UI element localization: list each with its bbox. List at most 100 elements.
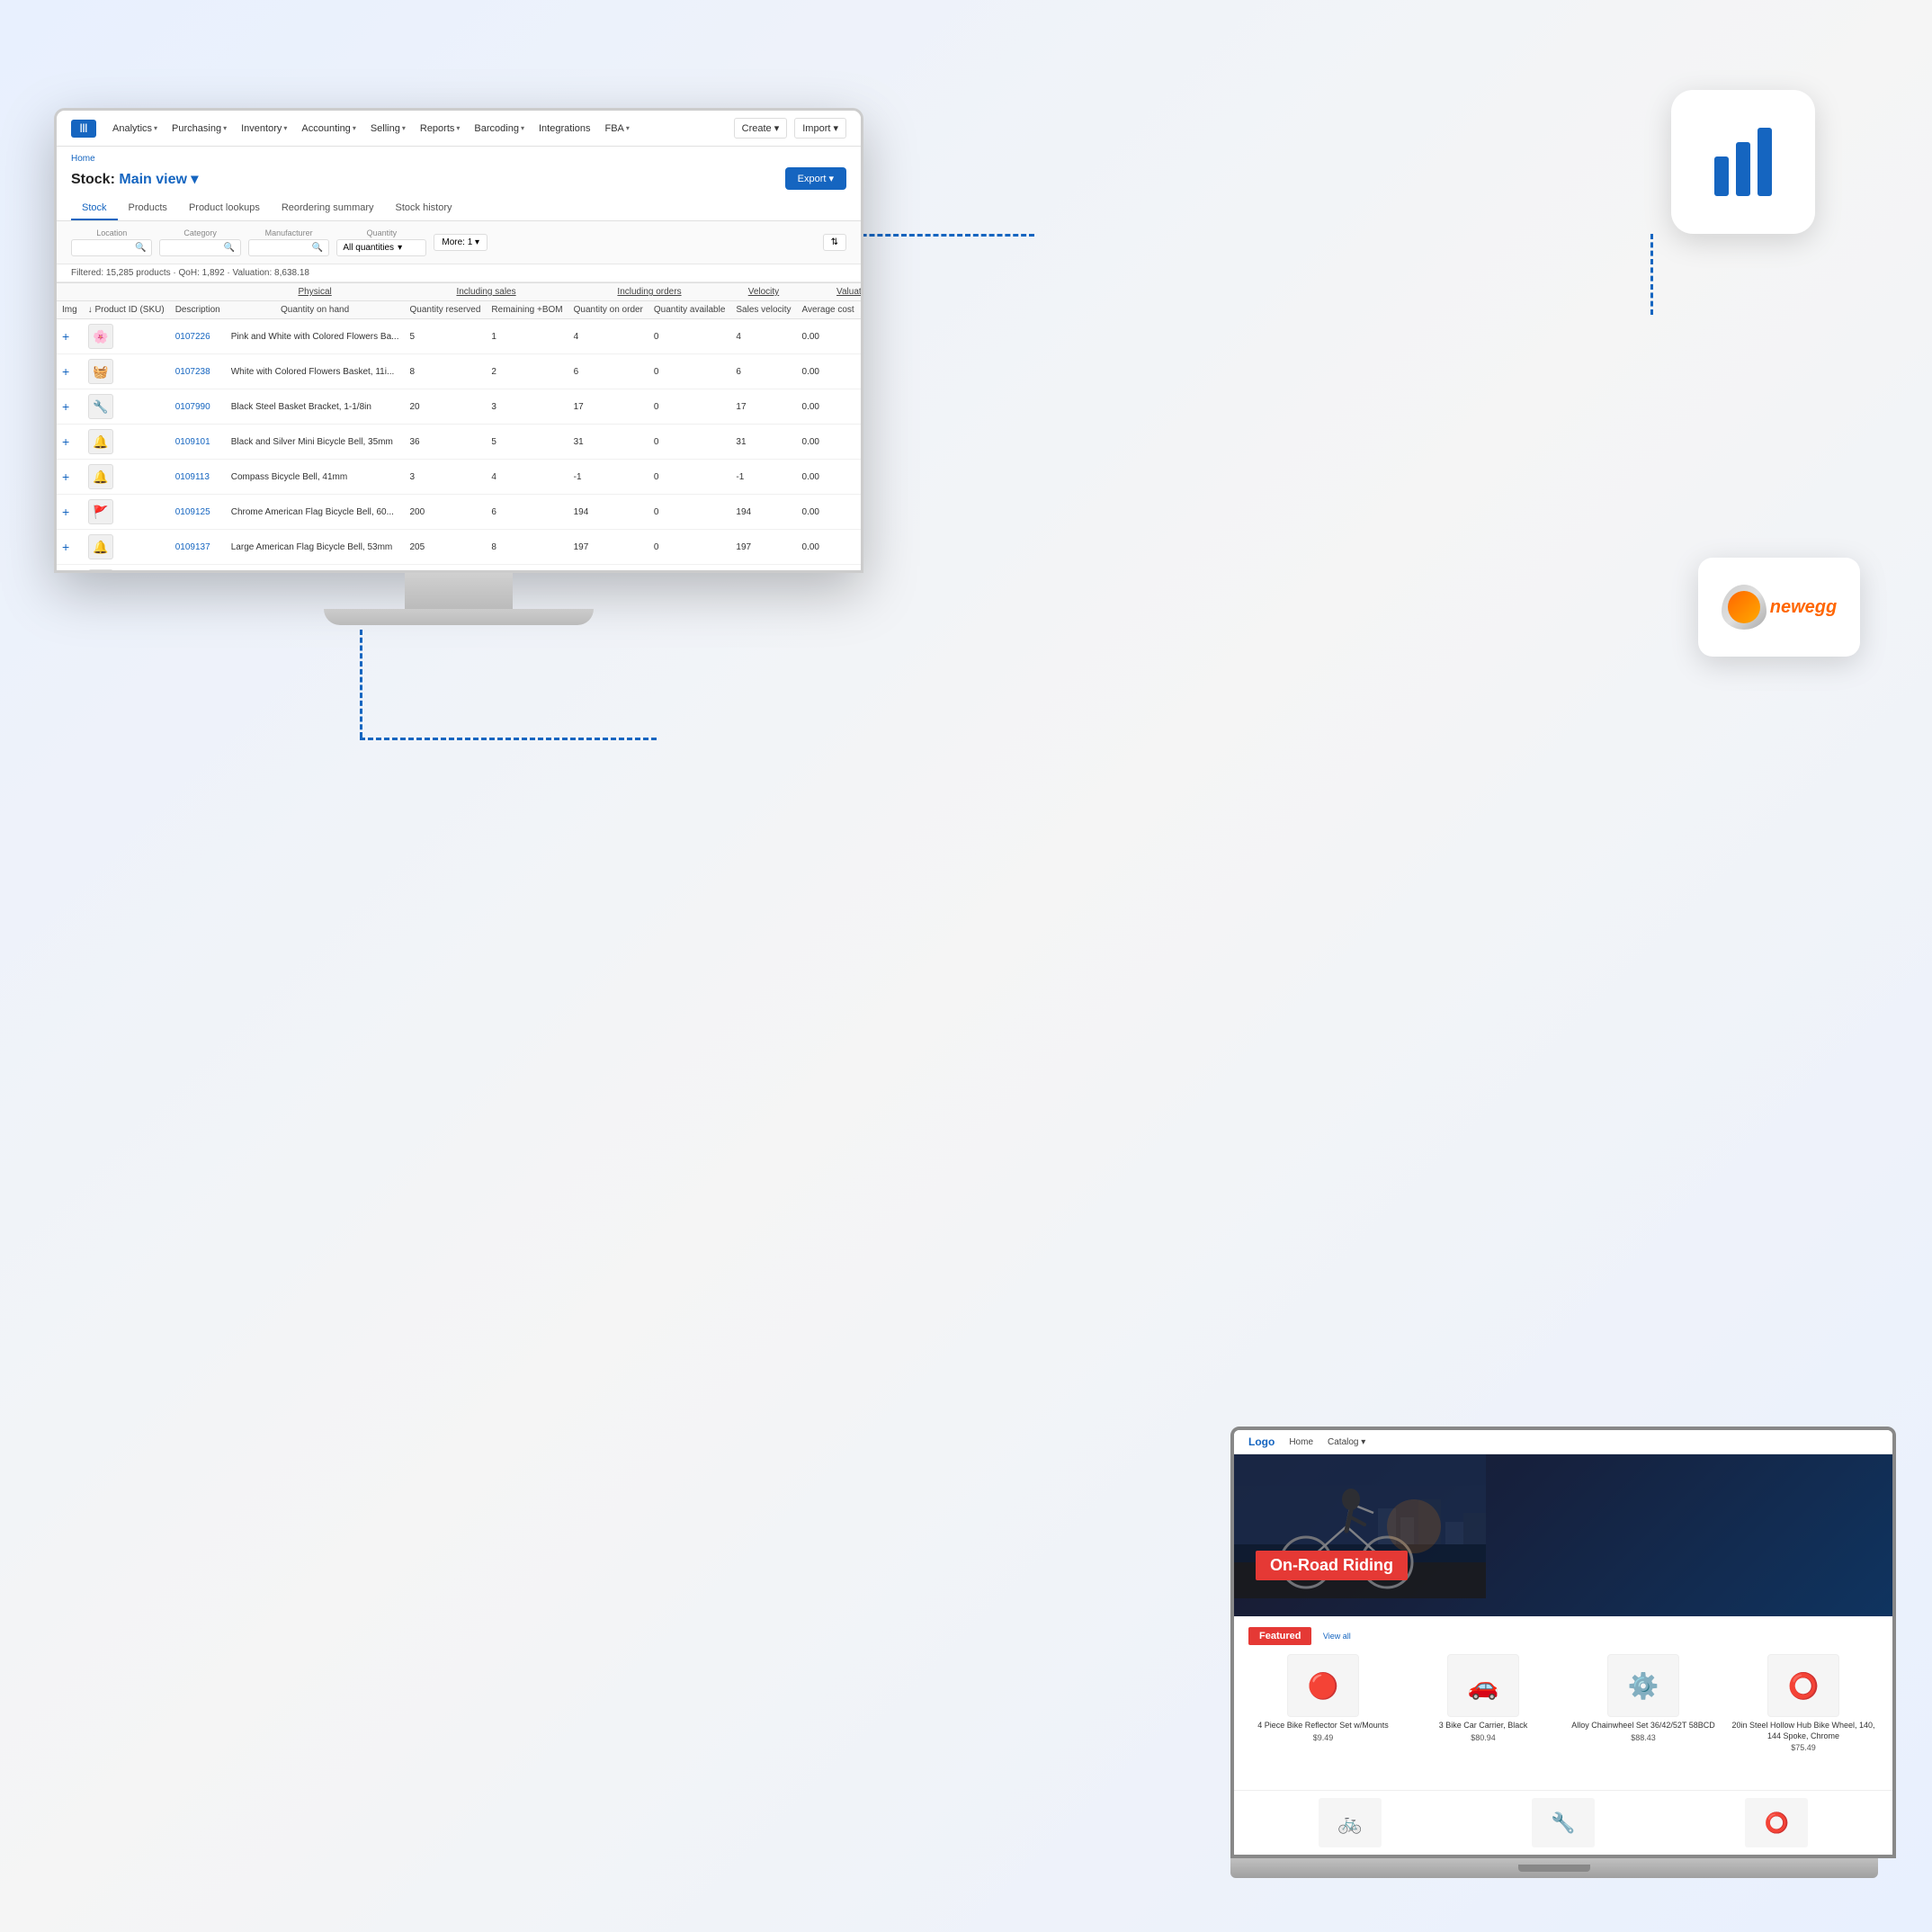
row-sku[interactable]: 0107226 [170, 319, 226, 354]
row-ac: ... [860, 565, 861, 571]
category-search-input[interactable] [165, 243, 219, 253]
location-input[interactable]: 🔍 [71, 239, 152, 256]
nav-fba[interactable]: FBA ▾ [599, 120, 634, 138]
th-physical-group: Physical [226, 283, 405, 301]
desktop-monitor: ||| Analytics ▾ Purchasing ▾ Inventory ▾… [54, 108, 917, 625]
row-add-btn[interactable]: + [57, 389, 83, 425]
ecom-nav-home[interactable]: Home [1289, 1437, 1313, 1447]
nav-reports[interactable]: Reports ▾ [415, 120, 466, 138]
product-price-2: $80.94 [1471, 1733, 1496, 1742]
view-all-link[interactable]: View all [1323, 1632, 1351, 1641]
nav-analytics[interactable]: Analytics ▾ [107, 120, 163, 138]
row-qr: 6 [486, 495, 568, 530]
more-filter-button[interactable]: More: 1 ▾ [434, 234, 487, 251]
nav-accounting-chevron: ▾ [353, 124, 356, 132]
product-thumbnail: 🔧 [88, 394, 113, 419]
th-valuation-group: Valuation [797, 283, 861, 301]
row-qo: 0 [648, 530, 731, 565]
nav-purchasing-label: Purchasing [172, 123, 221, 134]
tab-product-lookups[interactable]: Product lookups [178, 197, 271, 220]
breadcrumb[interactable]: Home [71, 154, 846, 164]
location-search-input[interactable] [77, 243, 131, 253]
sub-header: Home Stock: Main view ▾ Export ▾ Stock P… [57, 147, 861, 221]
row-qa: 6 [730, 354, 796, 389]
row-img: 🧺 [83, 354, 170, 389]
th-sku[interactable]: ↓ Product ID (SKU) [83, 301, 170, 319]
product-name-3: Alloy Chainwheel Set 36/42/52T 58BCD [1571, 1721, 1714, 1731]
row-sku[interactable]: 0109125 [170, 495, 226, 530]
export-button[interactable]: Export ▾ [785, 167, 846, 190]
sort-button[interactable]: ⇅ [823, 234, 846, 251]
row-qr: 1 [486, 319, 568, 354]
row-qr: 4 [486, 460, 568, 495]
nav-integrations[interactable]: Integrations [533, 120, 595, 138]
row-img: 🌸 [83, 565, 170, 571]
ecom-bottom-row: 🚲 🔧 ⭕ [1234, 1790, 1892, 1855]
manufacturer-search-input[interactable] [255, 243, 309, 253]
monitor-stand [54, 573, 863, 625]
row-rem: 31 [568, 425, 648, 460]
row-add-btn[interactable]: + [57, 425, 83, 460]
nav-inventory[interactable]: Inventory ▾ [236, 120, 292, 138]
row-sku[interactable]: 0109137 [170, 530, 226, 565]
product-thumbnail: 🚩 [88, 499, 113, 524]
row-add-btn[interactable]: + [57, 354, 83, 389]
row-add-btn[interactable]: + [57, 565, 83, 571]
product-card-4: ⭕ 20in Steel Hollow Hub Bike Wheel, 140,… [1729, 1654, 1878, 1752]
filters-row: Location 🔍 Category 🔍 Manufacturer 🔍 [57, 221, 861, 264]
nav-accounting[interactable]: Accounting ▾ [296, 120, 361, 138]
product-price-4: $75.49 [1791, 1743, 1816, 1752]
tab-stock[interactable]: Stock [71, 197, 118, 220]
row-add-btn[interactable]: + [57, 530, 83, 565]
nav-purchasing[interactable]: Purchasing ▾ [166, 120, 232, 138]
tab-reordering[interactable]: Reordering summary [271, 197, 385, 220]
tab-stock-history[interactable]: Stock history [385, 197, 463, 220]
nav-barcoding[interactable]: Barcoding ▾ [469, 120, 530, 138]
row-desc: Pink and White with Colored Flowers Ba..… [226, 319, 405, 354]
th-including-orders-group: Including orders [568, 283, 731, 301]
row-qoh: 8 [404, 354, 486, 389]
row-qa: -1 [730, 460, 796, 495]
import-button[interactable]: Import ▾ [794, 118, 846, 139]
nav-inventory-chevron: ▾ [283, 124, 287, 132]
row-qr: 8 [486, 530, 568, 565]
row-sku[interactable]: 0109101 [170, 425, 226, 460]
nav-selling-label: Selling [371, 123, 400, 134]
row-add-btn[interactable]: + [57, 319, 83, 354]
nav-selling[interactable]: Selling ▾ [365, 120, 411, 138]
newegg-logo: newegg [1722, 585, 1837, 630]
nav-fba-label: FBA [604, 123, 623, 134]
row-sku[interactable]: 0107238 [170, 354, 226, 389]
row-sku[interactable]: 0107990 [170, 389, 226, 425]
quantity-select[interactable]: All quantities ▾ [336, 239, 426, 256]
product-thumbnail: 🌸 [88, 324, 113, 349]
create-button[interactable]: Create ▾ [734, 118, 788, 139]
product-thumb-1: 🔴 [1287, 1654, 1359, 1717]
row-desc: Compass Bicycle Bell, 41mm [226, 460, 405, 495]
table-row: + 🔧 0107990 Black Steel Basket Bracket, … [57, 389, 861, 425]
ecom-nav-catalog[interactable]: Catalog ▾ [1328, 1437, 1365, 1447]
table-row: + 🔔 0109137 Large American Flag Bicycle … [57, 530, 861, 565]
quantity-chevron-icon: ▾ [398, 243, 402, 253]
row-add-btn[interactable]: + [57, 495, 83, 530]
row-ac: 9.975 [860, 319, 861, 354]
category-input[interactable]: 🔍 [159, 239, 240, 256]
tabs-row: Stock Products Product lookups Reorderin… [71, 197, 846, 220]
product-price-1: $9.49 [1313, 1733, 1334, 1742]
product-thumbnail: 🧺 [88, 359, 113, 384]
manufacturer-filter: Manufacturer 🔍 [248, 228, 329, 256]
manufacturer-label: Manufacturer [248, 228, 329, 237]
product-name-2: 3 Bike Car Carrier, Black [1439, 1721, 1528, 1731]
row-ac: 2.995 [860, 495, 861, 530]
page-title-view[interactable]: Main view ▾ [119, 172, 198, 187]
row-sku[interactable]: 0109113 [170, 460, 226, 495]
manufacturer-input[interactable]: 🔍 [248, 239, 329, 256]
tab-products[interactable]: Products [118, 197, 178, 220]
ecom-featured-section: Featured View all 🔴 4 Piece Bike Reflect… [1234, 1616, 1892, 1790]
laptop-screen: Logo Home Catalog ▾ [1230, 1427, 1896, 1858]
row-sku[interactable]: 0109161 [170, 565, 226, 571]
products-grid: 🔴 4 Piece Bike Reflector Set w/Mounts $9… [1248, 1654, 1878, 1752]
laptop-device: Logo Home Catalog ▾ [1230, 1427, 1878, 1878]
row-add-btn[interactable]: + [57, 460, 83, 495]
row-qoh: 180 [404, 565, 486, 571]
